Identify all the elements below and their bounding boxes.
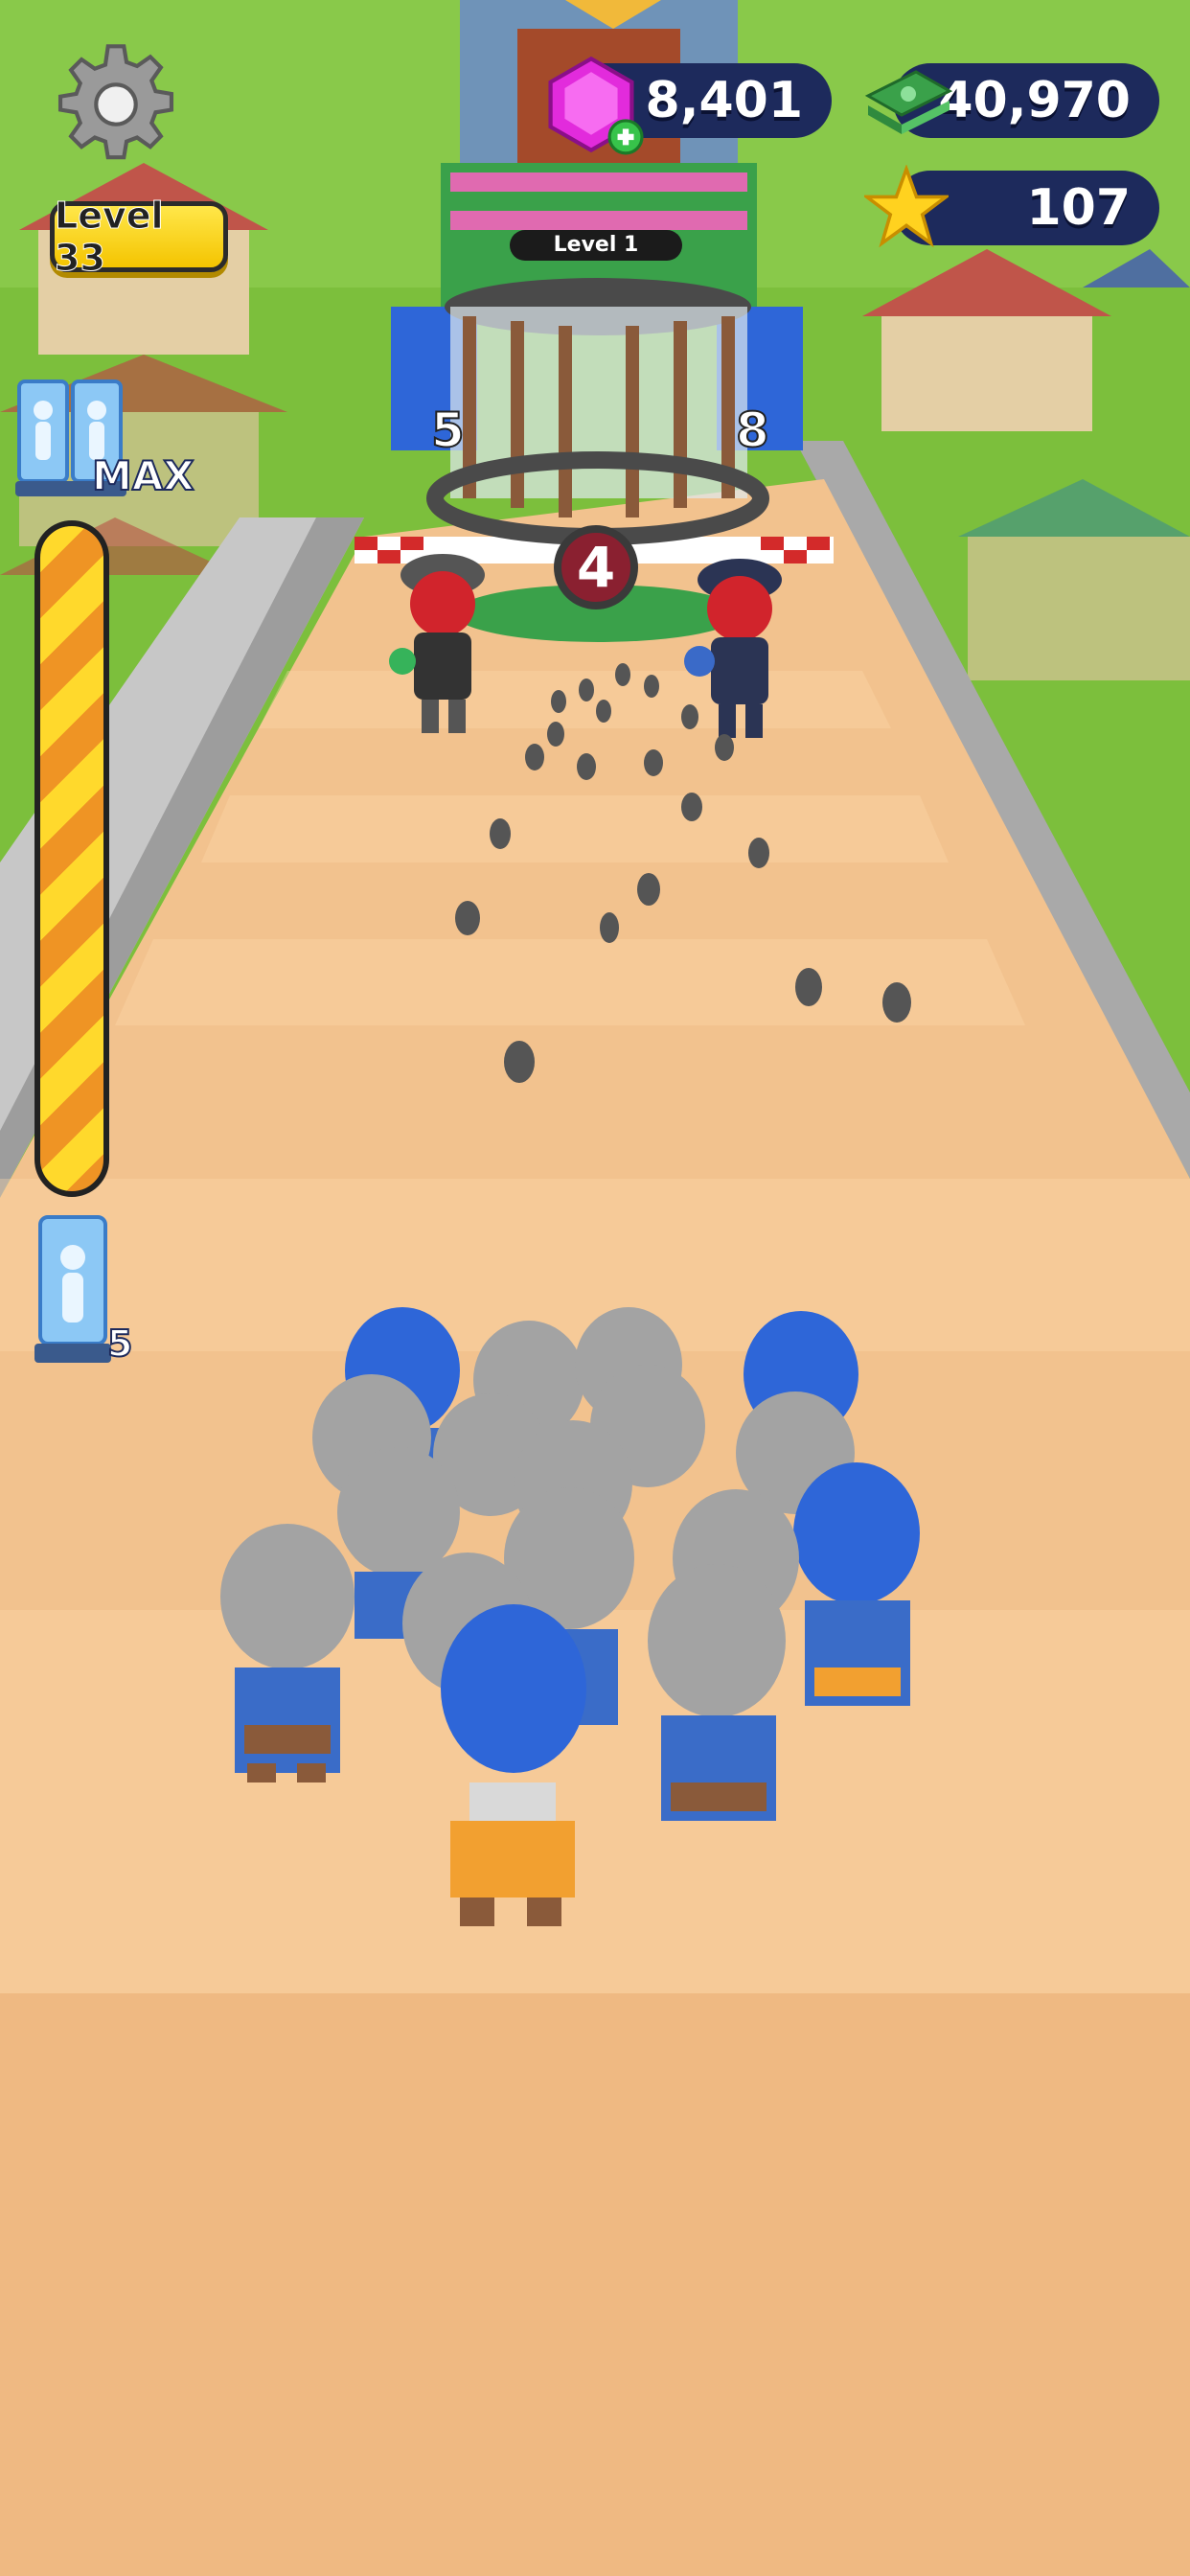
level-badge: Level 33	[50, 195, 228, 280]
game-scene	[0, 0, 1190, 2576]
power-bar	[34, 520, 109, 1197]
gem-add-icon[interactable]	[538, 54, 644, 155]
soldier	[648, 1564, 786, 1821]
star-count: 107	[1026, 179, 1131, 237]
cash-count: 40,970	[938, 72, 1131, 129]
gear-icon	[57, 44, 174, 160]
gate-number-left: 5	[430, 402, 466, 459]
track-lower	[0, 1993, 1190, 2576]
cash-stack-icon	[864, 70, 953, 134]
upgrade-status-label: MAX	[91, 451, 195, 500]
gate-number-right: 8	[735, 402, 770, 459]
gate-level-label: Level 1	[510, 230, 682, 261]
settings-button[interactable]	[50, 38, 182, 171]
recruit-count: 5	[106, 1322, 133, 1366]
gem-count: 8,401	[645, 72, 803, 129]
cage-prisoner-count: 4	[554, 525, 638, 610]
recruit-icon	[34, 1215, 111, 1363]
star-icon	[864, 165, 949, 248]
